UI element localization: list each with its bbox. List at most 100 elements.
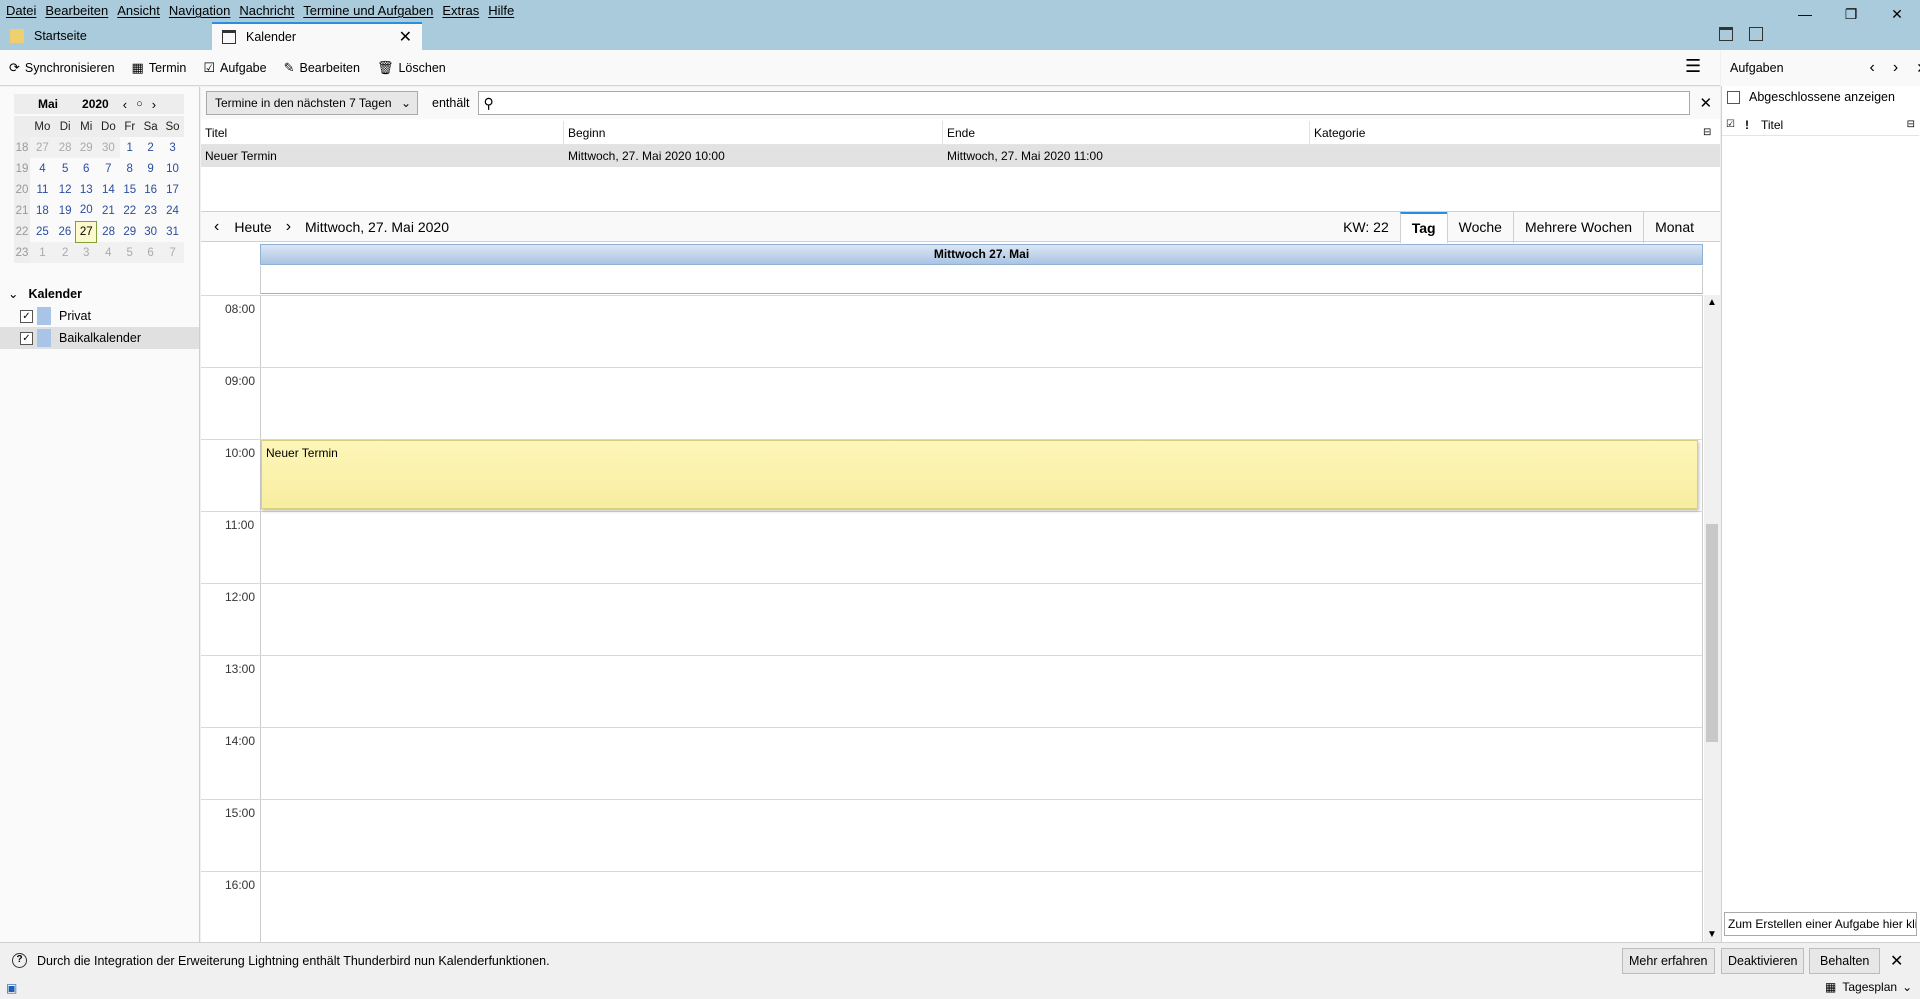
mini-day[interactable]: 23 bbox=[140, 200, 162, 221]
completed-column-icon[interactable]: ☑ bbox=[1726, 119, 1735, 130]
mini-day[interactable]: 14 bbox=[97, 179, 120, 200]
hour-slot[interactable] bbox=[260, 656, 1703, 728]
next-month-icon[interactable]: › bbox=[152, 97, 156, 112]
prev-month-icon[interactable]: ‹ bbox=[123, 97, 127, 112]
mini-day[interactable]: 26 bbox=[55, 221, 76, 242]
close-filter-icon[interactable]: ✕ bbox=[1700, 94, 1713, 112]
mini-day[interactable]: 30 bbox=[140, 221, 162, 242]
column-header-category[interactable]: Kategorie bbox=[1310, 121, 1703, 144]
column-picker-icon[interactable]: ⊟ bbox=[1907, 119, 1915, 130]
delete-button[interactable]: 🗑 Löschen bbox=[368, 55, 454, 81]
close-tab-icon[interactable]: ✕ bbox=[399, 27, 412, 47]
tab-multiweek-view[interactable]: Mehrere Wochen bbox=[1512, 212, 1643, 243]
mini-day[interactable]: 21 bbox=[97, 200, 120, 221]
previous-icon[interactable]: ‹ bbox=[1870, 59, 1875, 77]
mini-day[interactable]: 28 bbox=[54, 137, 76, 158]
mini-day[interactable]: 17 bbox=[162, 179, 184, 200]
previous-day-icon[interactable]: ‹ bbox=[214, 218, 219, 236]
mini-month-year[interactable]: 2020 bbox=[82, 97, 109, 111]
mini-day[interactable]: 2 bbox=[54, 242, 76, 263]
column-header-end[interactable]: Ende bbox=[943, 121, 1310, 144]
mini-day[interactable]: 25 bbox=[30, 221, 55, 242]
hour-slot[interactable] bbox=[260, 584, 1703, 656]
mini-day[interactable]: 29 bbox=[120, 221, 140, 242]
next-icon[interactable]: › bbox=[1893, 59, 1898, 77]
table-row[interactable]: Neuer Termin Mittwoch, 27. Mai 2020 10:0… bbox=[201, 145, 1720, 167]
column-header-title[interactable]: Titel bbox=[201, 121, 564, 144]
show-completed-checkbox[interactable] bbox=[1727, 90, 1740, 104]
hamburger-menu-icon[interactable]: ☰ bbox=[1685, 56, 1701, 77]
sync-button[interactable]: ⟳ Synchronisieren bbox=[0, 55, 123, 81]
mini-day[interactable]: 31 bbox=[162, 221, 184, 242]
calendar-mode-icon[interactable] bbox=[1719, 27, 1733, 41]
online-status-icon[interactable]: ▣ bbox=[6, 981, 17, 995]
scroll-down-icon[interactable]: ▼ bbox=[1707, 929, 1717, 940]
tab-day-view[interactable]: Tag bbox=[1399, 212, 1447, 243]
calendar-checkbox[interactable]: ✓ bbox=[20, 331, 33, 345]
mini-day-today[interactable]: 27 bbox=[75, 220, 98, 243]
hour-slot[interactable] bbox=[260, 800, 1703, 872]
keep-button[interactable]: Behalten bbox=[1809, 948, 1881, 974]
hour-slot[interactable] bbox=[260, 728, 1703, 800]
mini-day[interactable]: 29 bbox=[75, 137, 97, 158]
mini-day[interactable]: 1 bbox=[120, 137, 140, 158]
next-day-icon[interactable]: › bbox=[286, 218, 291, 236]
search-input[interactable]: ⚲ bbox=[477, 91, 1690, 115]
mini-day[interactable]: 6 bbox=[139, 242, 162, 263]
mini-day[interactable]: 5 bbox=[119, 242, 140, 263]
menu-hilfe[interactable]: Hilfe bbox=[486, 2, 521, 20]
mini-day[interactable]: 16 bbox=[140, 179, 162, 200]
mini-day[interactable]: 19 bbox=[55, 200, 76, 221]
show-completed-toggle[interactable]: Abgeschlossene anzeigen bbox=[1727, 90, 1895, 104]
mini-day[interactable]: 3 bbox=[162, 137, 184, 158]
mini-day[interactable]: 15 bbox=[120, 179, 140, 200]
column-header-task-title[interactable]: Titel bbox=[1761, 118, 1783, 132]
menu-extras[interactable]: Extras bbox=[440, 2, 486, 20]
mini-day[interactable]: 4 bbox=[96, 242, 120, 263]
calendar-item-privat[interactable]: ✓ Privat bbox=[0, 305, 199, 327]
tab-week-view[interactable]: Woche bbox=[1446, 212, 1513, 243]
restore-icon[interactable]: ❐ bbox=[1828, 0, 1874, 28]
menu-termine[interactable]: Termine und Aufgaben bbox=[301, 2, 440, 20]
new-task-button[interactable]: ☑ Aufgabe bbox=[194, 55, 274, 81]
learn-more-button[interactable]: Mehr erfahren bbox=[1622, 948, 1715, 974]
mini-day[interactable]: 9 bbox=[140, 158, 162, 179]
mini-day[interactable]: 13 bbox=[76, 179, 97, 200]
mini-day[interactable]: 7 bbox=[161, 242, 184, 263]
close-notification-icon[interactable]: ✕ bbox=[1890, 951, 1903, 971]
mini-day[interactable]: 30 bbox=[96, 137, 120, 158]
mini-day[interactable]: 6 bbox=[76, 158, 97, 179]
mini-day[interactable]: 20 bbox=[76, 200, 97, 221]
tab-startseite[interactable]: Startseite bbox=[0, 22, 210, 50]
tasks-mode-icon[interactable] bbox=[1749, 27, 1763, 41]
hour-slot[interactable] bbox=[260, 296, 1703, 368]
mini-month-name[interactable]: Mai bbox=[38, 97, 58, 111]
scrollbar-thumb[interactable] bbox=[1706, 524, 1718, 742]
priority-column-icon[interactable]: ! bbox=[1745, 118, 1749, 132]
mini-day[interactable]: 10 bbox=[162, 158, 184, 179]
today-button[interactable]: Heute bbox=[234, 219, 271, 235]
menu-nachricht[interactable]: Nachricht bbox=[237, 2, 301, 20]
deactivate-button[interactable]: Deaktivieren bbox=[1721, 948, 1805, 974]
hour-slot[interactable] bbox=[260, 872, 1703, 942]
today-pane-toggle[interactable]: ▦ Tagesplan ⌄ bbox=[1825, 980, 1912, 994]
mini-day[interactable]: 5 bbox=[55, 158, 76, 179]
mini-day[interactable]: 1 bbox=[30, 242, 55, 263]
mini-day[interactable]: 3 bbox=[75, 242, 97, 263]
calendar-item-baikal[interactable]: ✓ Baikalkalender bbox=[0, 327, 199, 349]
tab-kalender[interactable]: Kalender ✕ bbox=[212, 22, 422, 50]
menu-ansicht[interactable]: Ansicht bbox=[115, 2, 167, 20]
close-pane-icon[interactable]: ✕ bbox=[1916, 60, 1920, 77]
calendar-checkbox[interactable]: ✓ bbox=[20, 309, 33, 323]
mini-day[interactable]: 4 bbox=[30, 158, 55, 179]
minimize-icon[interactable]: — bbox=[1782, 0, 1828, 28]
mini-day[interactable]: 28 bbox=[97, 221, 120, 242]
menu-bearbeiten[interactable]: Bearbeiten bbox=[43, 2, 115, 20]
day-column-header[interactable]: Mittwoch 27. Mai bbox=[260, 244, 1703, 265]
new-task-input[interactable]: Zum Erstellen einer Aufgabe hier kli bbox=[1724, 912, 1917, 936]
column-picker-icon[interactable]: ⊟ bbox=[1703, 121, 1711, 144]
calendar-event[interactable]: Neuer Termin bbox=[261, 440, 1698, 509]
today-circle-icon[interactable]: ○ bbox=[136, 98, 143, 110]
mini-day[interactable]: 8 bbox=[120, 158, 140, 179]
menu-datei[interactable]: Datei bbox=[4, 2, 43, 20]
